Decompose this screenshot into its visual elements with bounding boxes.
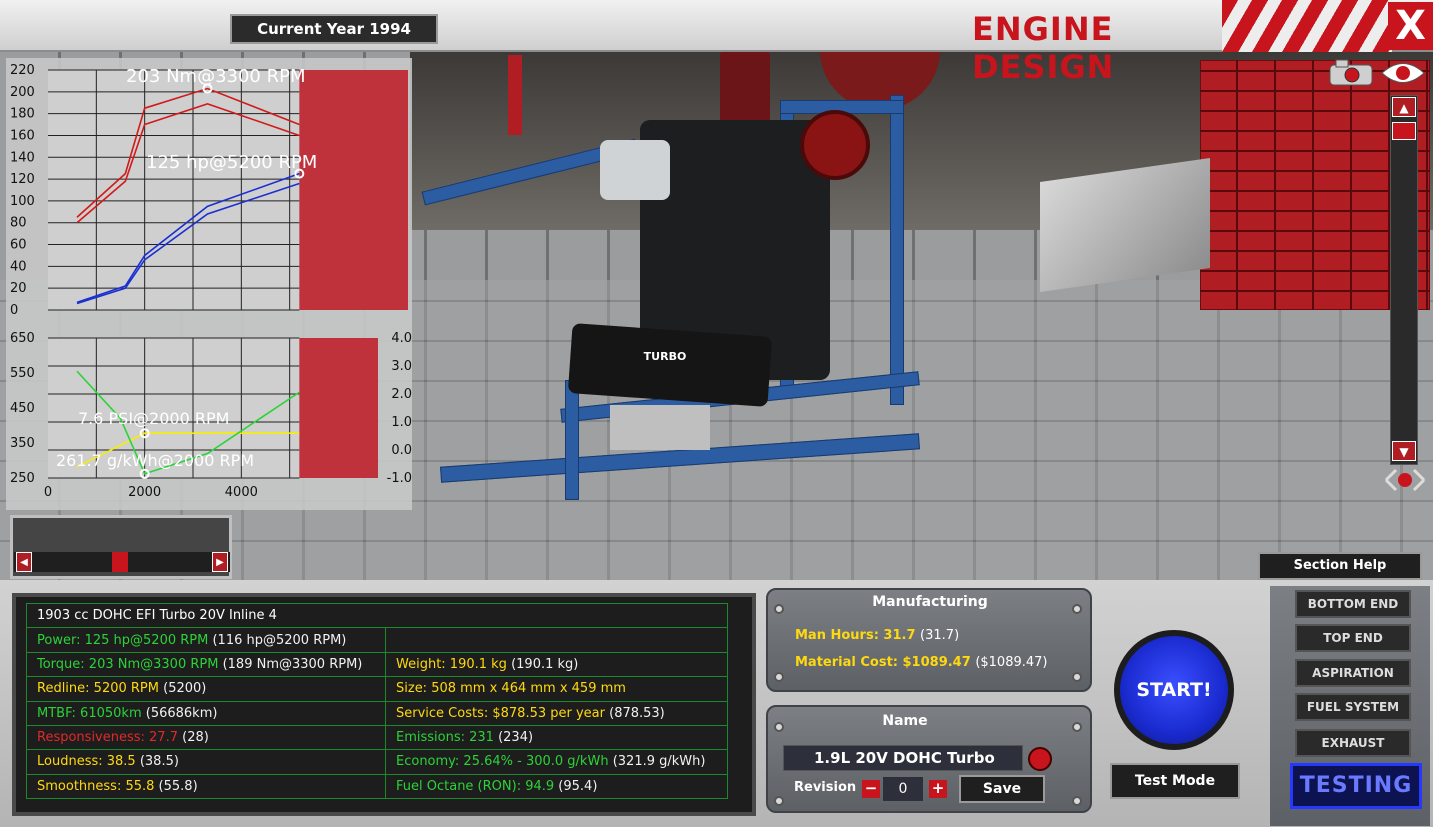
- y-tick-label-right: 4.0: [391, 331, 412, 346]
- bolt-decoration: [774, 796, 784, 806]
- menu-aspiration[interactable]: ASPIRATION: [1295, 659, 1411, 687]
- start-button[interactable]: START!: [1114, 630, 1234, 750]
- engine-description: 1903 cc DOHC EFI Turbo 20V Inline 4: [26, 602, 728, 629]
- y-tick-label: 40: [10, 259, 27, 274]
- x-tick-label: 4000: [225, 485, 258, 500]
- bolt-decoration: [774, 672, 784, 682]
- y-tick-label: 180: [10, 107, 35, 122]
- y-tick-label: 100: [10, 194, 35, 209]
- stat-redline: Redline: 5200 RPM (5200): [26, 676, 386, 702]
- revision-increment-button[interactable]: +: [929, 780, 947, 798]
- y-tick-label: 60: [10, 238, 27, 253]
- y-tick-label-left: 650: [10, 331, 35, 346]
- name-title: Name: [882, 713, 928, 729]
- slider-thumb[interactable]: [112, 552, 128, 572]
- scroll-down-icon[interactable]: ▼: [1392, 441, 1416, 461]
- stat-torque: Torque: 203 Nm@3300 RPM (189 Nm@3300 RPM…: [26, 651, 386, 678]
- stat-emissions: Emissions: 231 (234): [385, 724, 728, 751]
- x-tick-label: 2000: [128, 485, 161, 500]
- zoom-scrollbar[interactable]: [1390, 95, 1418, 465]
- save-button[interactable]: Save: [959, 775, 1045, 803]
- menu-fuel-system[interactable]: FUEL SYSTEM: [1295, 693, 1411, 721]
- bolt-decoration: [1072, 722, 1082, 732]
- stat-power: Power: 125 hp@5200 RPM (116 hp@5200 RPM): [26, 627, 386, 653]
- y-tick-label-right: -1.0: [387, 471, 412, 486]
- camera-icon[interactable]: [1328, 58, 1374, 86]
- oil-barrel: [720, 50, 770, 130]
- torque-peak-label: 203 Nm@3300 RPM: [126, 66, 306, 87]
- horizontal-slider[interactable]: ◀ ▶: [14, 552, 230, 572]
- test-frame-beam: [890, 95, 904, 405]
- scroll-thumb[interactable]: [1392, 122, 1416, 140]
- flywheel: [800, 110, 870, 180]
- turbo-intake: [600, 140, 670, 200]
- y-tick-label: 220: [10, 63, 35, 78]
- boost-economy-chart: 650 550 450 350 250 4.0 3.0 2.0 1.0 0.0 -1.0 0 2000 4…: [10, 331, 412, 500]
- manufacturing-title: Manufacturing: [872, 594, 988, 610]
- y-tick-label: 120: [10, 172, 35, 187]
- eye-icon[interactable]: [1380, 60, 1426, 86]
- menu-exhaust[interactable]: EXHAUST: [1295, 729, 1411, 757]
- section-help-button[interactable]: Section Help: [1258, 552, 1422, 580]
- page-title: ENGINE DESIGN: [972, 10, 1115, 86]
- y-tick-label: 0: [10, 303, 18, 318]
- radiator: [610, 405, 710, 450]
- redline-zone: [299, 338, 378, 478]
- current-year: Current Year 1994: [230, 14, 438, 44]
- stat-responsiveness: Responsiveness: 27.7 (28): [26, 724, 386, 751]
- y-tick-label-left: 450: [10, 401, 35, 416]
- chart-panel: 220 200 180 160 140 120 100 80 60 40 20 0 203 Nm@330…: [6, 58, 412, 510]
- stat-empty: [385, 627, 728, 653]
- test-mode-button[interactable]: Test Mode: [1110, 763, 1240, 799]
- redline-zone: [299, 70, 408, 310]
- title-stripes: [1222, 0, 1392, 52]
- y-tick-label-right: 2.0: [391, 387, 412, 402]
- y-tick-label-left: 350: [10, 436, 35, 451]
- bolt-decoration: [1072, 672, 1082, 682]
- testing-button[interactable]: TESTING: [1290, 763, 1422, 809]
- stat-smoothness: Smoothness: 55.8 (55.8): [26, 773, 386, 800]
- y-tick-label-left: 550: [10, 366, 35, 381]
- y-tick-label: 80: [10, 216, 27, 231]
- y-tick-label: 20: [10, 281, 27, 296]
- torque-power-chart: 220200180160140120100806040200203 Nm@330…: [10, 63, 408, 318]
- slider-left-icon[interactable]: ◀: [16, 552, 32, 572]
- stat-mtbf: MTBF: 61050km (56686km): [26, 700, 386, 726]
- revision-value: 0: [883, 777, 923, 801]
- scroll-up-icon[interactable]: ▲: [1392, 97, 1416, 117]
- refresh-icon[interactable]: [1028, 747, 1052, 771]
- stat-service-costs: Service Costs: $878.53 per year (878.53): [385, 700, 728, 726]
- stat-size: Size: 508 mm x 464 mm x 459 mm: [385, 676, 728, 702]
- close-button[interactable]: X: [1388, 2, 1433, 50]
- y-tick-label-right: 3.0: [391, 359, 412, 374]
- revision-decrement-button[interactable]: −: [862, 780, 880, 798]
- engine-name-field[interactable]: 1.9L 20V DOHC Turbo: [783, 745, 1023, 771]
- y-tick-label: 200: [10, 85, 35, 100]
- y-tick-label-right: 0.0: [391, 443, 412, 458]
- material-cost: Material Cost: $1089.47 ($1089.47): [795, 655, 1048, 670]
- y-tick-label: 160: [10, 128, 35, 143]
- y-tick-label-right: 1.0: [391, 415, 412, 430]
- x-tick-label: 0: [44, 485, 52, 500]
- stat-weight: Weight: 190.1 kg (190.1 kg): [385, 651, 728, 678]
- economy-label: 261.7 g/kWh@2000 RPM: [56, 451, 254, 470]
- boost-label: 7.6 PSI@2000 RPM: [78, 409, 229, 428]
- turbo-badge: TURBO: [643, 350, 687, 363]
- menu-top-end[interactable]: TOP END: [1295, 624, 1411, 652]
- slider-right-icon[interactable]: ▶: [212, 552, 228, 572]
- y-tick-label-left: 250: [10, 471, 35, 486]
- stat-economy: Economy: 25.64% - 300.0 g/kWh (321.9 g/k…: [385, 749, 728, 775]
- engine-stand: [508, 55, 522, 135]
- y-tick-label: 140: [10, 150, 35, 165]
- power-peak-label: 125 hp@5200 RPM: [146, 152, 317, 173]
- revision-label: Revision: [794, 780, 857, 795]
- man-hours: Man Hours: 31.7 (31.7): [795, 628, 960, 643]
- bolt-decoration: [1072, 796, 1082, 806]
- test-frame-beam: [565, 380, 579, 500]
- stat-loudness: Loudness: 38.5 (38.5): [26, 749, 386, 775]
- menu-bottom-end[interactable]: BOTTOM END: [1295, 590, 1411, 618]
- reset-view-icon[interactable]: [1384, 465, 1426, 495]
- engine-stats-table: 1903 cc DOHC EFI Turbo 20V Inline 4 Powe…: [26, 602, 728, 800]
- stat-fuel-octane: Fuel Octane (RON): 94.9 (95.4): [385, 773, 728, 800]
